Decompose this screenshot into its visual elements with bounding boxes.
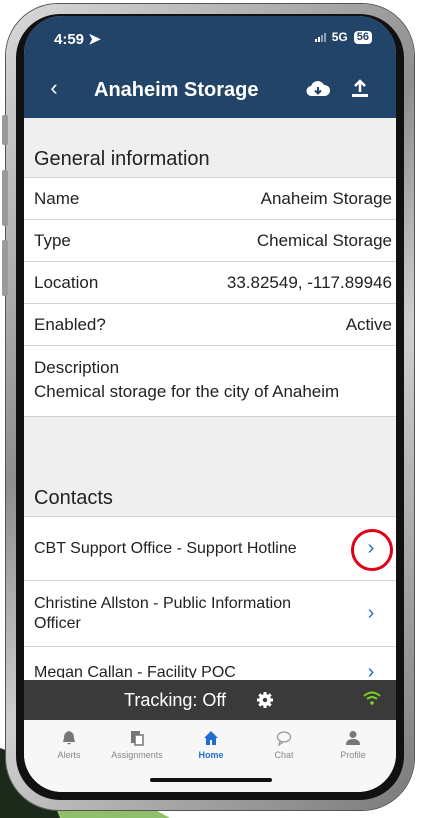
row-label: Name — [34, 188, 80, 208]
cloud-download-icon[interactable] — [306, 78, 330, 100]
info-row-type: Type Chemical Storage — [24, 220, 396, 262]
row-value: 33.82549, -117.89946 — [226, 272, 392, 292]
wifi-icon — [363, 691, 381, 705]
info-row-enabled: Enabled? Active — [24, 304, 396, 346]
side-button — [2, 240, 8, 296]
tab-home[interactable]: Home — [174, 730, 248, 760]
tab-chat[interactable]: Chat — [247, 730, 321, 760]
gear-icon[interactable] — [256, 691, 274, 709]
row-value: Active — [345, 314, 392, 334]
row-value: Chemical Storage — [256, 230, 392, 250]
contact-item[interactable]: Megan Callan - Facility POC › — [24, 647, 396, 678]
chevron-right-icon[interactable]: › — [356, 599, 386, 629]
row-label: Type — [34, 230, 71, 250]
chevron-right-icon[interactable]: › — [356, 658, 386, 679]
status-indicators: 5G 56 — [314, 30, 372, 44]
contact-item[interactable]: Christine Allston - Public Information O… — [24, 581, 396, 647]
signal-icon — [314, 32, 326, 42]
upload-icon[interactable] — [349, 78, 371, 100]
back-button[interactable]: ‹ — [40, 76, 68, 104]
section-title-contacts: Contacts — [24, 473, 396, 517]
status-bar: 4:59 ➤ 5G 56 — [24, 16, 396, 62]
info-row-name: Name Anaheim Storage — [24, 178, 396, 220]
tab-alerts[interactable]: Alerts — [32, 730, 106, 760]
home-icon — [204, 731, 218, 745]
tab-assignments[interactable]: Assignments — [100, 730, 174, 760]
page-title: Anaheim Storage — [94, 79, 259, 101]
row-label: Description — [34, 358, 120, 377]
phone-screen: 4:59 ➤ 5G 56 ‹ Anaheim Storage General i… — [24, 16, 396, 792]
contact-name: Christine Allston - Public Information O… — [34, 594, 291, 632]
person-icon — [346, 731, 360, 745]
side-button — [2, 170, 8, 226]
tab-bar: Alerts Assignments Home Chat Profile — [24, 720, 396, 792]
tracking-bar[interactable]: Tracking: Off — [24, 680, 396, 720]
status-time: 4:59 ➤ — [54, 31, 101, 48]
network-label: 5G — [331, 30, 348, 44]
info-row-location: Location 33.82549, -117.89946 — [24, 262, 396, 304]
contact-name: Megan Callan - Facility POC — [34, 663, 236, 679]
side-button — [2, 115, 8, 145]
highlight-circle — [351, 528, 393, 571]
battery-icon: 56 — [353, 30, 372, 44]
content-area[interactable]: General information Name Anaheim Storage… — [24, 118, 396, 678]
row-label: Location — [34, 272, 99, 292]
contact-name: CBT Support Office - Support Hotline — [34, 539, 297, 557]
clipboard-icon — [131, 731, 144, 746]
tracking-label: Tracking: Off — [124, 690, 227, 710]
row-value: Chemical storage for the city of Anaheim — [34, 382, 340, 401]
chat-bubble-icon — [276, 731, 292, 746]
tab-profile[interactable]: Profile — [316, 730, 390, 760]
home-indicator[interactable] — [150, 778, 272, 782]
row-value: Anaheim Storage — [260, 188, 392, 208]
row-label: Enabled? — [34, 314, 106, 334]
app-header: ‹ Anaheim Storage — [24, 62, 396, 118]
info-row-description: Description Chemical storage for the cit… — [24, 346, 396, 417]
bell-icon — [63, 731, 75, 745]
contact-item[interactable]: CBT Support Office - Support Hotline › — [24, 517, 396, 581]
chevron-right-icon[interactable]: › — [351, 528, 393, 571]
section-title-general: General information — [24, 134, 396, 178]
